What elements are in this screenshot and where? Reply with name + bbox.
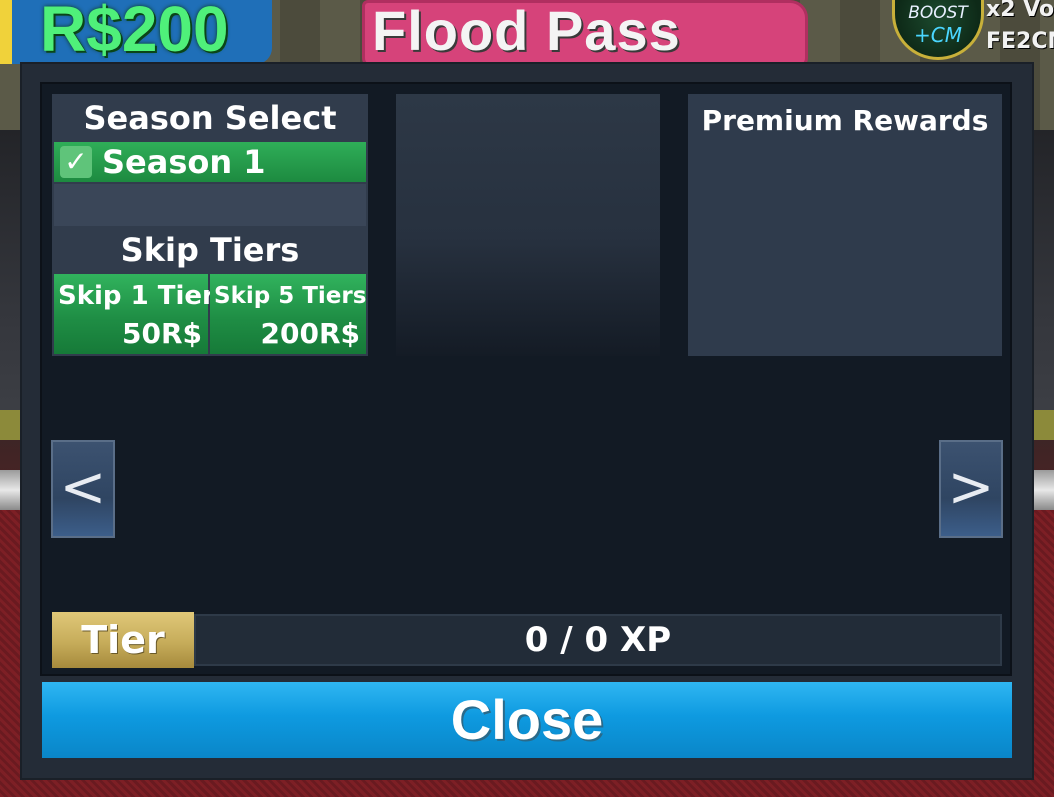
season-item-1[interactable]: ✓ Season 1 [54,142,366,182]
boost-info: x2 Vo FE2CM [986,0,1054,58]
page-title: Flood Pass [372,0,681,62]
skip-5-tiers-price: 200R$ [260,317,361,350]
boost-info-line1: x2 Vo [986,0,1054,22]
premium-rewards-title: Premium Rewards [701,104,989,137]
skip-1-tier-label: Skip 1 Tier [58,281,215,311]
skip-tiers-title: Skip Tiers [120,231,300,269]
skip-5-tiers-label: Skip 5 Tiers [214,283,367,309]
xp-progress-bar: 0 / 0 XP [194,614,1002,666]
reward-preview-card [396,94,660,356]
skip-1-tier-price: 50R$ [121,317,202,350]
season-item-label: Season 1 [102,143,266,181]
close-button[interactable]: Close [42,682,1012,758]
boost-label: BOOST [908,3,968,23]
checkmark-icon: ✓ [60,146,92,178]
skip-5-tiers-button[interactable]: Skip 5 Tiers 200R$ [210,274,366,354]
boost-cm-label: +CM [914,23,962,47]
previous-page-button[interactable]: < [51,440,115,538]
boost-info-line2: FE2CM [986,29,1054,54]
money-display: R$200 [0,0,272,64]
season-select-title: Season Select [83,99,337,137]
next-page-button[interactable]: > [939,440,1003,538]
tier-badge: Tier [52,612,194,668]
season-list-empty-slot [54,184,366,226]
skip-1-tier-button[interactable]: Skip 1 Tier 50R$ [54,274,215,354]
